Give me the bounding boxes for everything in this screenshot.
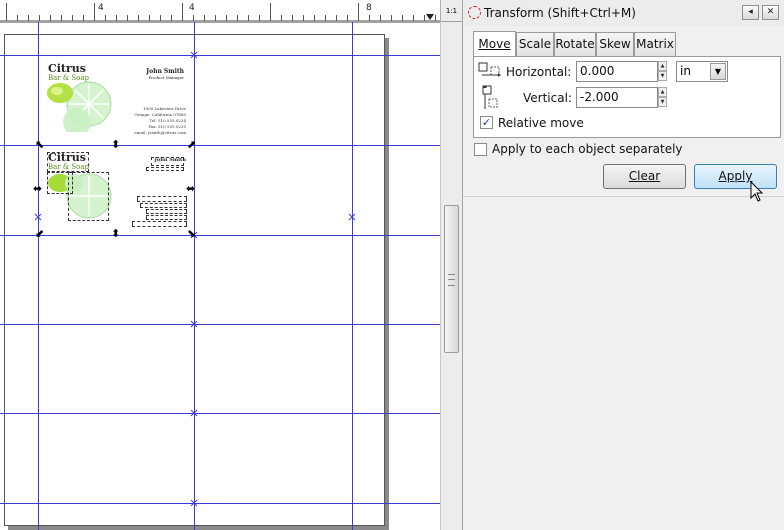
ruler-label-4b: 4: [189, 3, 195, 13]
apply-each-checkbox[interactable]: [474, 143, 487, 156]
move-tab-content: Horizontal: 0.000 ▲ ▼ in ▼ Vertical: -2.…: [473, 56, 781, 138]
dialog-title: Transform (Shift+Ctrl+M): [484, 6, 636, 20]
scale-handle-bottom[interactable]: ⬍: [111, 228, 120, 239]
clear-button[interactable]: Clear: [603, 164, 686, 189]
tab-scale[interactable]: Scale: [516, 32, 554, 56]
horizontal-spinner[interactable]: ▲ ▼: [658, 61, 668, 82]
transform-icon: [468, 6, 481, 19]
unit-select[interactable]: in ▼: [676, 61, 728, 82]
vertical-label: Vertical:: [523, 91, 572, 105]
horizontal-label: Horizontal:: [506, 65, 572, 79]
ruler-label-8: 8: [366, 3, 372, 13]
scale-handle-left[interactable]: ⬌: [33, 183, 42, 194]
apply-button[interactable]: Apply: [694, 164, 777, 189]
scrollbar-thumb[interactable]: [444, 205, 459, 353]
horizontal-move-icon: [478, 62, 501, 77]
scale-handle-top-left[interactable]: ⬉: [35, 139, 44, 150]
scale-handle-top[interactable]: ⬍: [111, 139, 120, 150]
grip-icon: [448, 274, 455, 286]
tab-skew[interactable]: Skew: [596, 32, 634, 56]
transform-dialog: Transform (Shift+Ctrl+M) ◂ ✕ Move Scale …: [462, 0, 784, 530]
tab-rotate[interactable]: Rotate: [554, 32, 596, 56]
vertical-move-icon: [482, 85, 498, 109]
tab-matrix[interactable]: Matrix: [634, 32, 676, 56]
scale-handle-bottom-left[interactable]: ⬋: [35, 228, 44, 239]
dialog-header: Transform (Shift+Ctrl+M) ◂ ✕: [463, 0, 784, 26]
scale-handle-bottom-right[interactable]: ⬊: [187, 228, 196, 239]
zoom-corner-button[interactable]: 1:1: [440, 0, 462, 22]
ruler-ticks: 4 4 8: [0, 3, 440, 22]
guide-lines: [0, 22, 440, 530]
scale-handle-top-right[interactable]: ⬈: [187, 139, 196, 150]
relative-move-label[interactable]: Relative move: [498, 116, 584, 130]
scale-handle-right[interactable]: ⬌: [186, 183, 195, 194]
close-button[interactable]: ✕: [762, 5, 779, 20]
spin-up-icon[interactable]: ▲: [658, 87, 667, 97]
horizontal-ruler[interactable]: 4 4 8: [0, 0, 440, 23]
dock-collapse-button[interactable]: ◂: [742, 5, 759, 20]
relative-move-checkbox[interactable]: ✓: [480, 116, 493, 129]
chevron-down-icon[interactable]: ▼: [710, 63, 726, 80]
vertical-spinner[interactable]: ▲ ▼: [658, 87, 668, 108]
spin-down-icon[interactable]: ▼: [658, 71, 667, 81]
mouse-pointer-icon: [750, 181, 764, 202]
tab-move[interactable]: Move: [473, 31, 516, 56]
spin-up-icon[interactable]: ▲: [658, 61, 667, 71]
vertical-scrollbar[interactable]: [440, 22, 462, 530]
canvas-area[interactable]: 4 4 8 1:1 Citrus Bar & Soap John Smith P…: [0, 0, 462, 530]
spin-down-icon[interactable]: ▼: [658, 97, 667, 107]
ruler-label-4: 4: [98, 3, 104, 13]
horizontal-input[interactable]: 0.000: [576, 61, 658, 82]
vertical-input[interactable]: -2.000: [576, 87, 658, 108]
apply-each-label[interactable]: Apply to each object separately: [492, 142, 683, 156]
ruler-pointer: [426, 14, 434, 20]
separator: [463, 196, 784, 197]
